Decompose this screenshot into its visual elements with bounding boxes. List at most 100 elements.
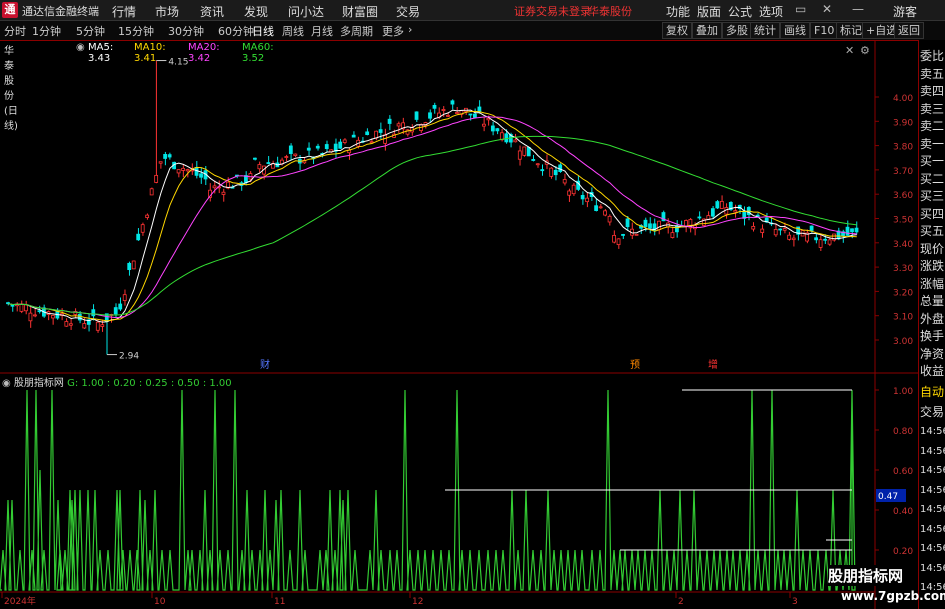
menu-banmian[interactable]: 版面 [697,3,721,20]
candle-body [535,163,540,166]
watermark-title: 股朋指标网 [828,565,904,586]
tick-time: 14:56 [920,445,945,457]
indicator-settings-icon[interactable]: ◉ [2,378,11,389]
indicator-params: G: 1.00 : 0.20 : 0.25 : 0.50 : 1.00 [67,378,232,389]
back-button[interactable]: 返回 [894,22,924,39]
menu-gongshi[interactable]: 公式 [728,3,752,20]
indicator-label: 0.40 [893,507,913,517]
close-chart-icon[interactable]: ✕ [845,44,854,57]
candle-body [369,141,374,144]
candle-body [140,224,145,233]
candle-body [396,123,401,127]
candle-body [154,174,159,183]
f10-button[interactable]: F10 [810,22,839,39]
trade-label[interactable]: 交易 [920,402,945,422]
time-label: 11 [274,597,285,607]
menu-gongneng[interactable]: 功能 [666,3,690,20]
indicator-label: 1.00 [893,387,913,397]
candle-body [428,112,432,119]
period-15min[interactable]: 15分钟 [118,23,154,39]
tongji-button[interactable]: 统计 [750,22,780,39]
candle-body [787,234,792,240]
candle-body [127,262,132,271]
tick-time: 14:56 [920,426,945,437]
candle-body [657,220,661,231]
candle-body [446,114,450,117]
minimize-icon[interactable]: — [852,2,864,16]
candle-body [513,139,518,143]
ma20-line [8,116,857,319]
quote-side-panel: 委比 卖五 卖四 卖三 卖二 卖一 买一 买二 买三 买四 买五 现价 涨跌 涨幅 总量 外盘 换手 净资 收益 自动… [918,40,945,609]
candle-body [10,304,15,307]
menu-shichang[interactable]: 市场 [155,3,179,20]
menu-faxian[interactable]: 发现 [244,3,268,20]
candle-body [481,123,486,127]
ma60-line [8,135,857,316]
candle-body [823,238,827,241]
candle-body [594,205,599,211]
candle-body [773,229,778,236]
candle-body [100,324,105,327]
period-1min[interactable]: 1分钟 [32,23,61,39]
candle-body [809,225,814,231]
candle-body [791,237,796,241]
candle-body [540,169,545,172]
fuquan-button[interactable]: 复权 [662,22,692,39]
restore-icon[interactable]: ▭ [795,2,806,16]
menu-caifuquan[interactable]: 财富圈 [342,3,378,20]
price-label: 3.80 [893,143,913,153]
candle-body [634,233,639,236]
period-60min[interactable]: 60分钟 [218,23,254,39]
period-multi[interactable]: 多周期 [340,23,373,39]
huaxian-button[interactable]: 画线 [780,22,810,39]
gear-icon[interactable]: ⚙ [860,44,870,57]
candle-body [284,156,289,158]
period-daily[interactable]: 日线 [252,23,274,39]
finance-marker: 财 [260,358,270,371]
candle-body [441,109,446,111]
period-more[interactable]: 更多 [382,23,404,39]
trade-login-notice[interactable]: 证券交易未登录 [514,3,591,19]
chevron-right-icon[interactable]: › [408,23,412,36]
menu-wenxiaoda[interactable]: 问小达 [288,3,324,20]
increase-marker: 增 [708,358,718,371]
candle-body [818,239,823,248]
close-window-icon[interactable]: ✕ [822,2,832,16]
auto-label[interactable]: 自动 [920,382,945,402]
duogu-button[interactable]: 多股 [722,22,752,39]
candle-body [598,206,603,209]
candle-body [324,144,329,150]
candle-body [854,227,859,233]
candle-body [342,139,347,143]
candle-body [158,161,163,164]
candle-body [266,162,271,164]
indicator-title[interactable]: 股朋指标网 [14,378,64,389]
candle-body [365,131,370,136]
candle-body [185,169,190,172]
period-30min[interactable]: 30分钟 [168,23,204,39]
menu-xuanxiang[interactable]: 选项 [759,3,783,20]
tick-time: 14:56 [920,465,945,476]
guest-label[interactable]: 游客 [893,3,917,20]
diejia-button[interactable]: 叠加 [692,22,722,39]
menu-hangqing[interactable]: 行情 [112,3,136,20]
kline-chart[interactable]: 4.00 3.90 3.80 3.70 3.60 3.50 3.40 3.30 3.20 3.10… [0,40,918,609]
candle-body [580,195,585,200]
candle-body [221,191,226,195]
time-label: 10 [154,597,166,607]
candle-body [531,159,536,161]
candle-body [118,303,123,310]
candle-body [212,185,217,189]
app-name: 通达信金融终端 [22,5,99,18]
price-label: 3.70 [893,167,913,177]
candle-body [670,232,675,238]
period-5min[interactable]: 5分钟 [76,23,105,39]
period-monthly[interactable]: 月线 [311,23,333,39]
candle-body [28,312,33,322]
menu-jiaoyi[interactable]: 交易 [396,3,420,20]
menu-zixun[interactable]: 资讯 [200,3,224,20]
period-weekly[interactable]: 周线 [282,23,304,39]
candle-body [782,228,787,231]
candle-body [648,223,652,229]
period-fenshi[interactable]: 分时 [4,23,26,39]
